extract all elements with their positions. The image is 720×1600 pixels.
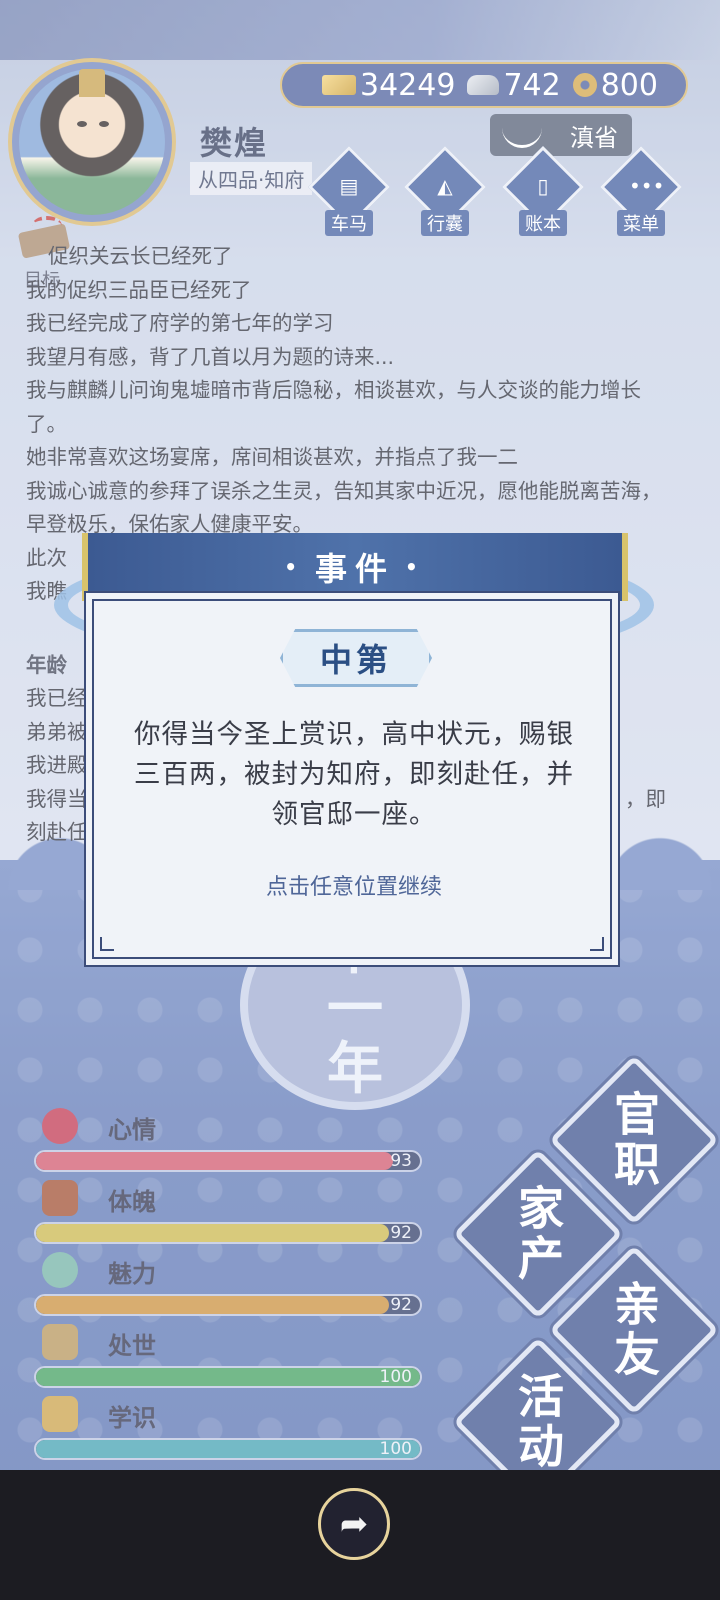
corner-ornament — [100, 937, 114, 951]
continue-hint[interactable]: 点击任意位置继续 — [94, 869, 614, 901]
event-description: 你得当今圣上赏识，高中状元，赐银三百两，被封为知府，即刻赴任，并领官邸一座。 — [134, 719, 574, 830]
event-title-badge: 中第 — [280, 629, 432, 687]
modal-header: • 事件 • — [82, 533, 628, 601]
modal-body: 中第 你得当今圣上赏识，高中状元，赐银三百两，被封为知府，即刻赴任，并领官邸一座… — [92, 599, 612, 959]
event-modal[interactable]: • 事件 • 中第 你得当今圣上赏识，高中状元，赐银三百两，被封为知府，即刻赴任… — [50, 525, 660, 975]
corner-ornament — [590, 937, 604, 951]
modal-header-label: 事件 — [314, 550, 395, 588]
share-icon[interactable]: ➦ — [318, 1488, 390, 1560]
event-title: 中第 — [319, 641, 392, 679]
